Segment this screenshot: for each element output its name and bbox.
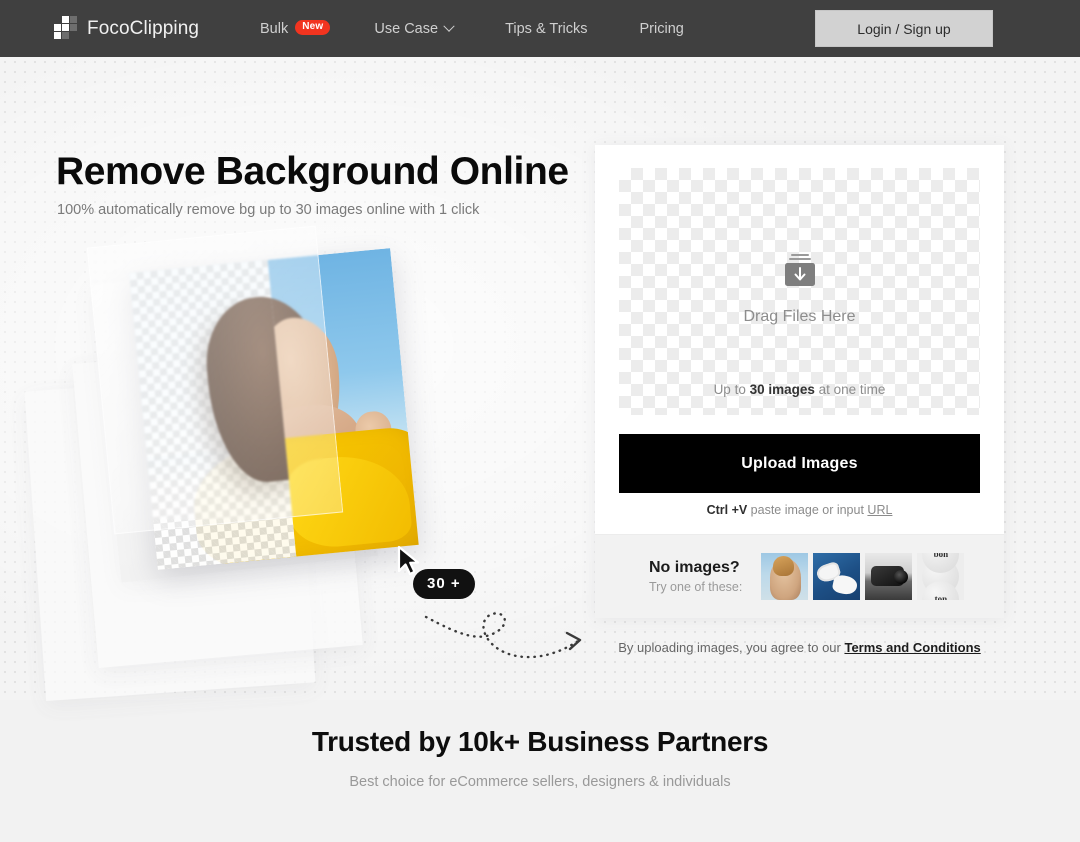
- chevron-down-icon: [443, 20, 455, 32]
- paste-hint: Ctrl +V paste image or input URL: [595, 503, 1004, 517]
- sample-black-camera[interactable]: [865, 553, 913, 600]
- upload-panel: Drag Files Here Up to 30 images at one t…: [595, 145, 1004, 618]
- nav-label-bulk: Bulk: [260, 20, 289, 37]
- sample-text-block: No images? Try one of these:: [649, 559, 742, 594]
- bonton-line1: bon: [922, 553, 960, 573]
- bonton-line2: ton: [922, 580, 960, 600]
- logo[interactable]: FocoClipping: [54, 0, 199, 57]
- try-one-label: Try one of these:: [649, 580, 743, 594]
- nav-label-use-case: Use Case: [374, 20, 439, 37]
- dotted-curved-arrow-icon: [420, 605, 595, 672]
- new-badge: New: [295, 20, 331, 35]
- fococlipping-logo-icon: [54, 15, 77, 42]
- login-signup-button[interactable]: Login / Sign up: [815, 10, 993, 47]
- url-link[interactable]: URL: [867, 503, 892, 517]
- dropzone[interactable]: Drag Files Here Up to 30 images at one t…: [619, 168, 980, 415]
- sample-images-bar: No images? Try one of these: bon ton: [595, 534, 1004, 618]
- limit-suffix: at one time: [814, 382, 886, 397]
- trusted-title: Trusted by 10k+ Business Partners: [311, 726, 769, 757]
- hero-illustration: 30 +: [0, 225, 600, 702]
- sample-woman-sunglasses[interactable]: [761, 553, 809, 600]
- image-count-badge: 30 +: [413, 569, 475, 599]
- nav-item-bulk[interactable]: Bulk New: [260, 20, 331, 37]
- limit-prefix: Up to: [713, 382, 750, 397]
- nav-label-tips-tricks: Tips & Tricks: [505, 20, 588, 37]
- sample-bonton-logo[interactable]: bon ton: [917, 553, 965, 600]
- nav-label-pricing: Pricing: [639, 20, 684, 37]
- main-nav: Bulk New Use Case Tips & Tricks Pricing: [260, 0, 684, 57]
- upload-limit-label: Up to 30 images at one time: [619, 382, 980, 397]
- paste-shortcut: Ctrl +V: [706, 503, 748, 517]
- drag-files-label: Drag Files Here: [743, 308, 856, 325]
- paste-text: paste image or input: [747, 503, 868, 517]
- inbox-download-icon: [780, 252, 820, 293]
- trusted-subtitle: Best choice for eCommerce sellers, desig…: [349, 774, 731, 790]
- page-title: Remove Background Online: [56, 150, 569, 193]
- glass-sheet-overlay: [86, 225, 344, 535]
- terms-and-conditions-link[interactable]: Terms and Conditions: [844, 640, 980, 655]
- sample-white-sneakers[interactable]: [813, 553, 861, 600]
- nav-item-pricing[interactable]: Pricing: [640, 21, 684, 37]
- nav-item-tips-tricks[interactable]: Tips & Tricks: [505, 21, 587, 37]
- upload-images-button[interactable]: Upload Images: [619, 434, 980, 493]
- no-images-title: No images?: [649, 559, 740, 576]
- terms-notice: By uploading images, you agree to our Te…: [595, 640, 1004, 655]
- logo-text: FocoClipping: [87, 17, 200, 39]
- page-subtitle: 100% automatically remove bg up to 30 im…: [57, 202, 480, 218]
- terms-text: By uploading images, you agree to our: [618, 640, 845, 655]
- nav-item-use-case[interactable]: Use Case: [374, 20, 455, 37]
- limit-strong: 30 images: [749, 382, 815, 397]
- sample-thumbnails: bon ton: [761, 553, 965, 600]
- site-header: FocoClipping Bulk New Use Case Tips & Tr…: [0, 0, 1080, 57]
- trusted-section: Trusted by 10k+ Business Partners Best c…: [0, 700, 1080, 842]
